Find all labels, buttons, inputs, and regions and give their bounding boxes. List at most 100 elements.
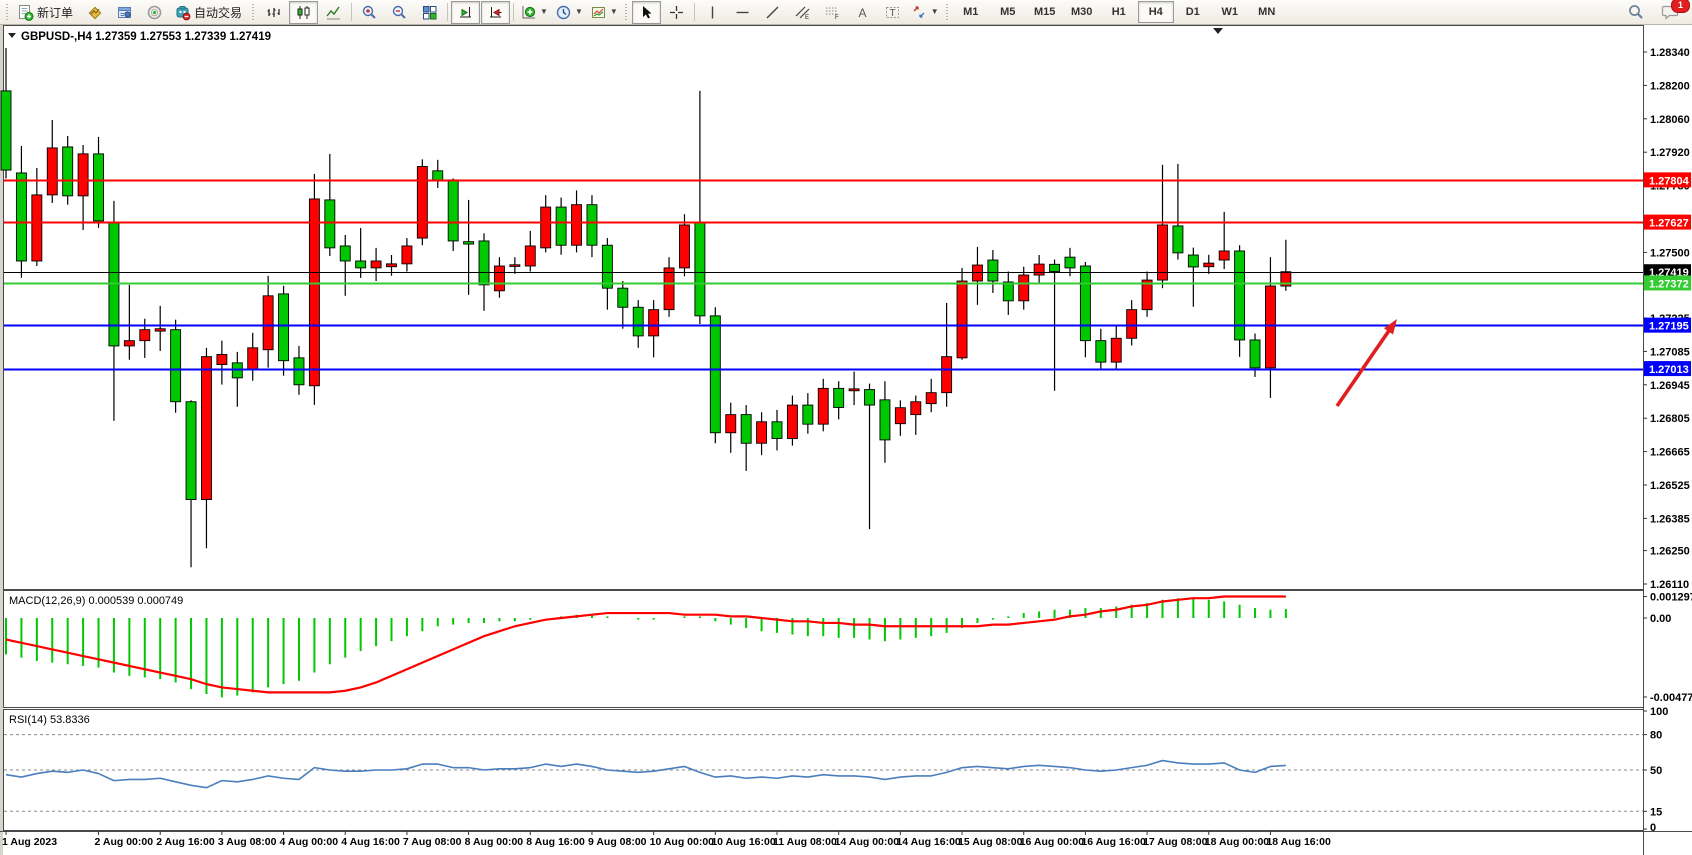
toolbar-grip[interactable] — [624, 3, 629, 21]
rsi-axis-label: 15 — [1650, 806, 1662, 818]
data-window-icon — [116, 4, 133, 21]
time-tick-label: 10 Aug 16:00 — [711, 836, 776, 848]
timeframe-button-H1[interactable]: H1 — [1101, 1, 1137, 23]
candle-bullish — [757, 422, 767, 443]
zoom-in-icon — [361, 4, 378, 21]
candle-bullish — [664, 268, 674, 310]
macd-label: MACD(12,26,9) 0.000539 0.000749 — [9, 595, 183, 607]
dropdown-caret-icon: ▼ — [575, 8, 583, 16]
templates-button[interactable]: ▼ — [587, 1, 621, 24]
time-tick-label: 16 Aug 16:00 — [1081, 836, 1146, 848]
timeframe-button-M30[interactable]: M30 — [1064, 1, 1100, 23]
auto-scroll-icon — [457, 4, 474, 21]
navigator-button[interactable] — [140, 1, 169, 24]
candle-bullish — [787, 405, 797, 438]
time-tick-label: 18 Aug 16:00 — [1266, 836, 1331, 848]
rsi-axis-label: 80 — [1650, 730, 1662, 742]
horizontal-line-button[interactable] — [728, 1, 757, 24]
timeframe-button-D1[interactable]: D1 — [1175, 1, 1211, 23]
candle-bearish — [63, 147, 73, 196]
line-chart-button[interactable] — [319, 1, 348, 24]
fibonacci-button[interactable]: F — [818, 1, 847, 24]
candle-bearish — [556, 207, 566, 245]
text-label-button[interactable]: T — [878, 1, 907, 24]
candle-bearish — [448, 180, 458, 241]
notifications-button[interactable]: 1 — [1656, 1, 1685, 24]
chart-title: GBPUSD-,H4 1.27359 1.27553 1.27339 1.274… — [8, 31, 271, 43]
data-window-button[interactable] — [110, 1, 139, 24]
svg-text:F: F — [835, 15, 839, 21]
chart-window[interactable]: 1.283401.282001.280601.279201.277801.275… — [0, 25, 1692, 855]
text-label-icon: T — [884, 4, 901, 21]
vertical-line-icon — [704, 4, 721, 21]
time-tick-label: 14 Aug 16:00 — [896, 836, 961, 848]
arrows-button[interactable]: ▼ — [908, 1, 942, 24]
dropdown-caret-icon: ▼ — [610, 8, 618, 16]
price-tick-label: 1.26250 — [1650, 546, 1690, 558]
price-badge-label: 1.27627 — [1649, 218, 1689, 230]
candle-bearish — [803, 405, 813, 424]
timeframe-button-W1[interactable]: W1 — [1212, 1, 1248, 23]
candle-bullish — [679, 225, 689, 268]
fibonacci-icon: F — [824, 4, 841, 21]
timeframe-button-MN[interactable]: MN — [1249, 1, 1285, 23]
auto-trading-button[interactable]: 自动交易 — [170, 1, 248, 24]
price-tick-label: 1.28340 — [1650, 47, 1690, 59]
toolbar-grip[interactable] — [5, 3, 10, 21]
candle-bearish — [1096, 341, 1106, 362]
search-icon — [1627, 3, 1645, 21]
auto-trading-label: 自动交易 — [194, 4, 242, 21]
vertical-line-button[interactable] — [698, 1, 727, 24]
market-watch-button[interactable] — [80, 1, 109, 24]
price-badge-label: 1.27804 — [1649, 175, 1690, 187]
zoom-in-button[interactable] — [355, 1, 384, 24]
auto-scroll-button[interactable] — [451, 1, 480, 24]
trendline-button[interactable] — [758, 1, 787, 24]
price-tick-label: 1.28060 — [1650, 114, 1690, 126]
candle-bearish — [279, 294, 289, 361]
chart-canvas[interactable]: 1.283401.282001.280601.279201.277801.275… — [0, 25, 1692, 855]
candle-bearish — [433, 171, 443, 181]
candle-bullish — [217, 355, 227, 365]
price-badge-label: 1.27013 — [1649, 364, 1689, 376]
candle-bearish — [464, 242, 474, 244]
timeframe-button-M15[interactable]: M15 — [1027, 1, 1063, 23]
new-order-button[interactable]: 新订单 — [13, 1, 79, 24]
periods-button[interactable]: ▼ — [552, 1, 586, 24]
candle-bullish — [417, 167, 427, 239]
candle-bearish — [1065, 257, 1075, 268]
candle-bearish — [710, 316, 720, 433]
template-icon — [590, 4, 607, 21]
search-button[interactable] — [1621, 1, 1650, 24]
timeframe-button-H4[interactable]: H4 — [1138, 1, 1174, 23]
navigator-icon — [146, 4, 163, 21]
zoom-out-icon — [391, 4, 408, 21]
candle-bearish — [16, 173, 26, 261]
macd-axis-label: 0.00 — [1650, 613, 1671, 625]
timeframe-button-M1[interactable]: M1 — [953, 1, 989, 23]
price-tick-label: 1.26945 — [1650, 380, 1690, 392]
tile-windows-button[interactable] — [415, 1, 444, 24]
candle-bearish — [186, 402, 196, 500]
price-tick-label: 1.26525 — [1650, 480, 1690, 492]
timeframe-button-M5[interactable]: M5 — [990, 1, 1026, 23]
candle-bearish — [988, 260, 998, 281]
crosshair-button[interactable] — [662, 1, 691, 24]
candle-bullish — [1127, 310, 1137, 339]
cursor-button[interactable] — [632, 1, 661, 24]
rsi-axis-label: 100 — [1650, 706, 1668, 718]
toolbar-grip[interactable] — [251, 3, 256, 21]
price-tick-label: 1.26805 — [1650, 413, 1690, 425]
equidistant-channel-button[interactable]: E — [788, 1, 817, 24]
zoom-out-button[interactable] — [385, 1, 414, 24]
text-button[interactable]: A — [848, 1, 877, 24]
candle-bullish — [124, 341, 134, 346]
bar-chart-button[interactable] — [259, 1, 288, 24]
candle-bearish — [602, 245, 612, 288]
chart-shift-button[interactable] — [481, 1, 510, 24]
add-indicator-button[interactable]: ▼ — [517, 1, 551, 24]
candle-bullish — [895, 408, 905, 424]
price-tick-label: 1.27920 — [1650, 147, 1690, 159]
candlestick-chart-button[interactable] — [289, 1, 318, 24]
toolbar-grip[interactable] — [945, 3, 950, 21]
